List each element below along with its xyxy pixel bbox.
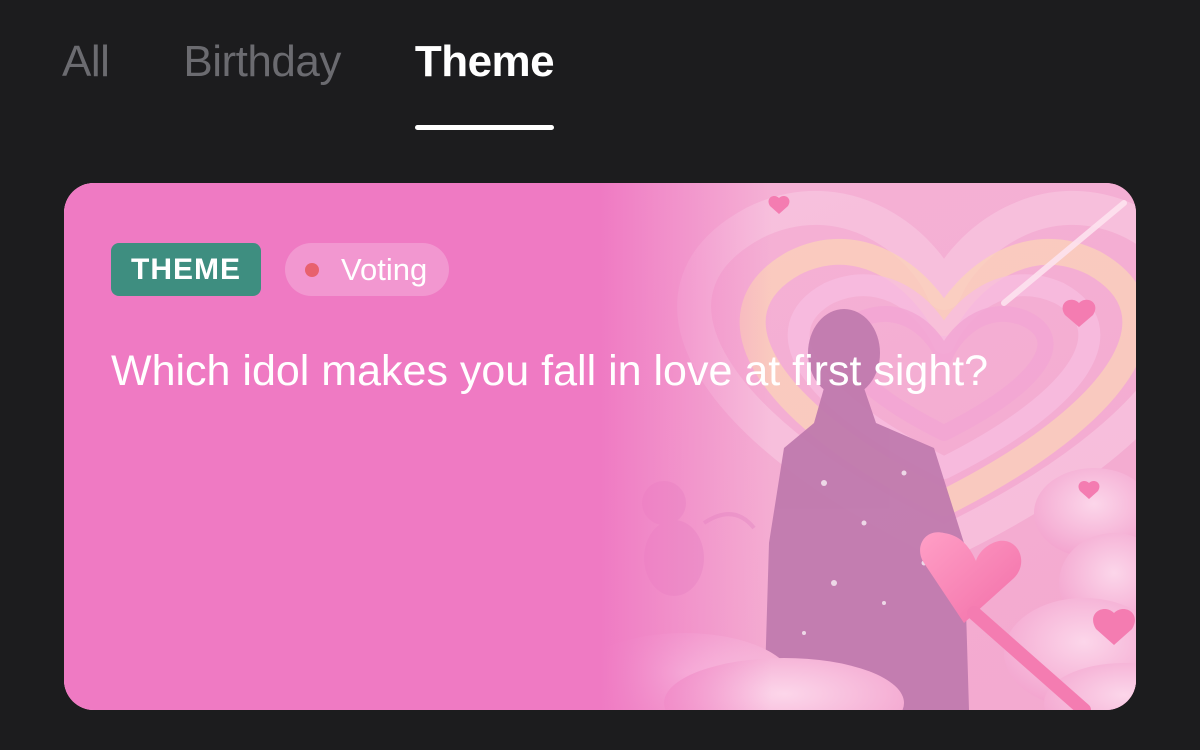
tab-all-label: All bbox=[62, 37, 110, 86]
tab-theme[interactable]: Theme bbox=[414, 30, 555, 130]
card-badges: THEME Voting bbox=[111, 243, 1051, 296]
tab-birthday[interactable]: Birthday bbox=[183, 30, 341, 94]
tab-all[interactable]: All bbox=[62, 30, 110, 94]
theme-vote-card[interactable]: THEME Voting Which idol makes you fall i… bbox=[64, 183, 1136, 710]
tab-birthday-label: Birthday bbox=[183, 37, 341, 86]
category-badge: THEME bbox=[111, 243, 261, 296]
vote-question: Which idol makes you fall in love at fir… bbox=[111, 347, 989, 395]
category-tabs: All Birthday Theme bbox=[62, 30, 555, 135]
status-dot-icon bbox=[305, 262, 319, 277]
card-content: THEME Voting Which idol makes you fall i… bbox=[111, 243, 1051, 396]
status-badge: Voting bbox=[285, 243, 450, 296]
active-tab-indicator bbox=[414, 125, 555, 130]
screen: All Birthday Theme THEME Voting Which id… bbox=[0, 0, 1200, 750]
status-label: Voting bbox=[341, 251, 428, 287]
tab-theme-label: Theme bbox=[414, 37, 555, 86]
